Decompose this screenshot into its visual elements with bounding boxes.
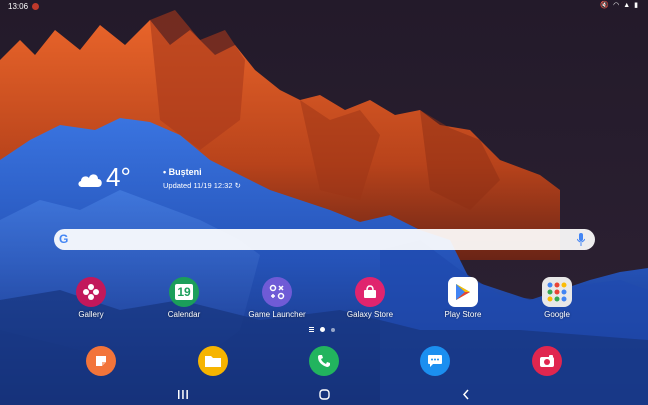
- wifi-icon: ◠: [613, 2, 620, 9]
- weather-updated: Updated 11/19 12:32 ↻: [163, 181, 241, 190]
- refresh-icon[interactable]: ↻: [235, 181, 241, 190]
- notification-icon: [32, 3, 39, 10]
- app-label: Play Store: [444, 310, 482, 319]
- app-game-launcher[interactable]: Game Launcher: [237, 277, 317, 319]
- status-bar: 13:06 🔇 ◠ ▲ ▮: [0, 0, 648, 14]
- home-icon[interactable]: [319, 389, 330, 400]
- page-dot-active: [320, 327, 325, 332]
- app-label: Galaxy Store: [346, 310, 394, 319]
- app-label: Google: [544, 310, 570, 319]
- mute-icon: 🔇: [600, 2, 610, 9]
- google-search-bar[interactable]: G: [54, 229, 595, 250]
- status-icons: 🔇 ◠ ▲ ▮: [600, 2, 638, 10]
- home-page-indicator-icon: [309, 329, 314, 330]
- mic-icon[interactable]: [577, 233, 585, 246]
- page-dot: [331, 327, 335, 332]
- navigation-bar: [0, 384, 648, 405]
- temperature: 4°: [106, 162, 131, 192]
- calendar-day: 19: [175, 284, 193, 300]
- status-time: 13:06: [8, 2, 29, 11]
- weather-widget[interactable]: 4° • Bușteni Updated 11/19 12:32 ↻: [76, 162, 256, 202]
- weather-location: • Bușteni: [163, 167, 202, 177]
- location-pin-icon: •: [163, 167, 167, 177]
- app-google-folder[interactable]: Google: [517, 277, 597, 319]
- app-label: Gallery: [78, 310, 104, 319]
- gallery-icon: [76, 277, 106, 307]
- wallpaper: [0, 0, 648, 405]
- back-icon[interactable]: [462, 389, 470, 400]
- app-calendar[interactable]: 19 Calendar: [144, 277, 224, 319]
- location-name: Bușteni: [168, 167, 202, 177]
- messages-icon[interactable]: [420, 346, 450, 376]
- app-galaxy-store[interactable]: Galaxy Store: [330, 277, 410, 319]
- app-play-store[interactable]: Play Store: [423, 277, 503, 319]
- notes-icon[interactable]: [86, 346, 116, 376]
- camera-icon[interactable]: [532, 346, 562, 376]
- recent-apps-icon[interactable]: [178, 390, 188, 399]
- app-gallery[interactable]: Gallery: [51, 277, 131, 319]
- my-files-icon[interactable]: [198, 346, 228, 376]
- app-label: Game Launcher: [248, 310, 306, 319]
- google-logo-icon: G: [59, 232, 69, 246]
- battery-icon: ▮: [634, 2, 638, 9]
- google-folder-icon: [542, 277, 572, 307]
- game-launcher-icon: [262, 277, 292, 307]
- calendar-icon: 19: [169, 277, 199, 307]
- phone-icon[interactable]: [309, 346, 339, 376]
- cloud-icon: [78, 174, 102, 187]
- page-indicator[interactable]: [309, 327, 335, 332]
- galaxy-store-icon: [355, 277, 385, 307]
- updated-text: Updated 11/19 12:32: [163, 181, 233, 190]
- play-store-icon: [448, 277, 478, 307]
- app-label: Calendar: [167, 310, 201, 319]
- signal-icon: ▲: [623, 2, 631, 9]
